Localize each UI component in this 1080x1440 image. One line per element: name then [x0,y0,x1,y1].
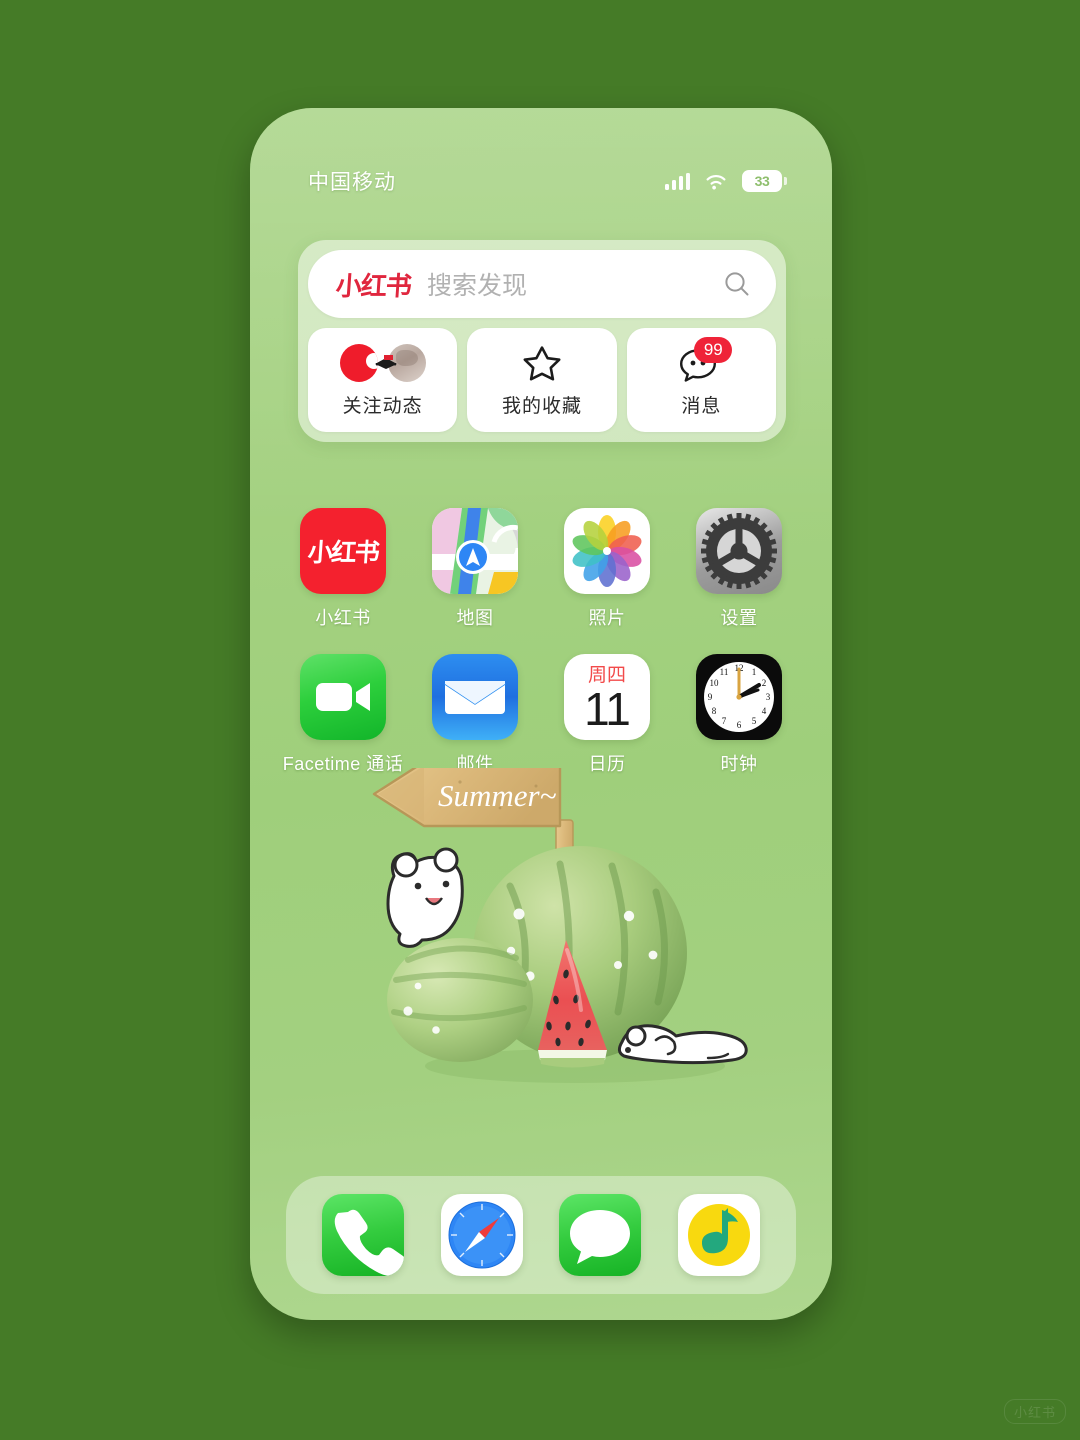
wifi-icon [706,175,726,190]
app-xiaohongshu[interactable]: 小红书 小红书 [290,508,396,630]
shortcut-label: 消息 [681,396,722,417]
shortcut-label: 我的收藏 [501,396,582,417]
shortcut-following[interactable]: 关注动态 [308,328,458,432]
app-facetime[interactable]: Facetime 通话 [283,654,403,776]
app-mail[interactable]: 邮件 [422,654,528,776]
app-photos[interactable]: 照片 [554,508,660,630]
phone-icon[interactable] [322,1194,405,1276]
search-input[interactable]: 小红书 搜索发现 [308,250,776,318]
svg-text:6: 6 [737,720,742,730]
safari-compass-icon[interactable] [440,1194,523,1276]
shortcut-messages[interactable]: 99 消息 [626,328,776,432]
app-label: 日历 [588,754,626,774]
avatar-overlay-icon [374,355,397,369]
app-settings[interactable]: 设置 [686,508,792,630]
svg-text:2: 2 [762,678,767,688]
qq-music-note-icon[interactable] [677,1194,760,1276]
xiaohongshu-icon-glyph: 小红书 [306,538,380,567]
app-maps[interactable]: 地图 [422,508,528,630]
star-icon [523,346,561,381]
calendar-icon[interactable]: 周四 11 [564,654,650,740]
status-bar-right: 33 [665,170,787,192]
phone-home-screen: 中国移动 33 小红书 搜索发现 关注动态 我的收藏 99 消息 小红书 小红书… [250,108,832,1320]
shortcut-favorites[interactable]: 我的收藏 [467,328,617,432]
app-label: 小红书 [315,608,371,628]
svg-text:4: 4 [762,706,767,716]
app-label: 设置 [720,608,758,628]
bear-lying [617,1024,748,1065]
app-clock[interactable]: 12 1 2 3 4 5 6 7 8 9 10 11 [686,654,792,776]
settings-icon[interactable] [696,508,782,594]
app-grid: 小红书 小红书 地图 照片 设置 Facetime 通话 邮件 周四 11 日历… [283,508,792,800]
app-label: 时钟 [720,754,758,774]
photos-icon[interactable] [564,508,650,594]
svg-text:10: 10 [710,678,720,688]
dock [286,1176,796,1294]
search-icon[interactable] [722,269,752,299]
svg-text:11: 11 [720,667,729,677]
xiaohongshu-widget[interactable]: 小红书 搜索发现 关注动态 我的收藏 99 消息 [298,240,786,442]
clock-icon[interactable]: 12 1 2 3 4 5 6 7 8 9 10 11 [696,654,782,740]
xiaohongshu-icon[interactable]: 小红书 [300,508,386,594]
carrier-label: 中国移动 [308,171,396,194]
maps-icon[interactable] [432,508,518,594]
svg-text:9: 9 [708,692,713,702]
svg-text:1: 1 [752,667,757,677]
app-label: 地图 [456,608,494,628]
svg-text:7: 7 [722,716,727,726]
widget-shortcuts: 关注动态 我的收藏 99 消息 [308,328,776,432]
signal-bars-icon [665,172,690,190]
bear-standing [386,847,464,948]
calendar-day: 11 [584,683,631,736]
svg-text:5: 5 [752,716,757,726]
shortcut-label: 关注动态 [342,396,423,417]
search-placeholder: 搜索发现 [427,272,528,300]
battery-icon: 33 [742,170,787,192]
svg-text:8: 8 [712,706,717,716]
mail-icon[interactable] [432,654,518,740]
status-bar: 中国移动 33 [250,108,832,216]
app-calendar[interactable]: 周四 11 日历 [554,654,660,776]
status-badge: 99 [694,337,733,363]
facetime-icon[interactable] [300,654,386,740]
wallpaper-illustration: Summer~ [372,768,748,1083]
battery-percent-label: 33 [754,173,770,189]
svg-text:3: 3 [766,692,771,702]
avatar-group-icon [339,342,426,384]
watermark: 小红书 [1003,1399,1066,1424]
app-label: 邮件 [456,754,494,774]
app-row: Facetime 通话 邮件 周四 11 日历 1 2 3 4 5 6 7 8 … [283,654,792,776]
app-label: 照片 [588,608,626,628]
app-label: Facetime 通话 [282,754,404,774]
messages-icon[interactable] [559,1194,642,1276]
xiaohongshu-logo: 小红书 [334,271,412,302]
app-row: 小红书 小红书 地图 照片 设置 [290,508,792,630]
